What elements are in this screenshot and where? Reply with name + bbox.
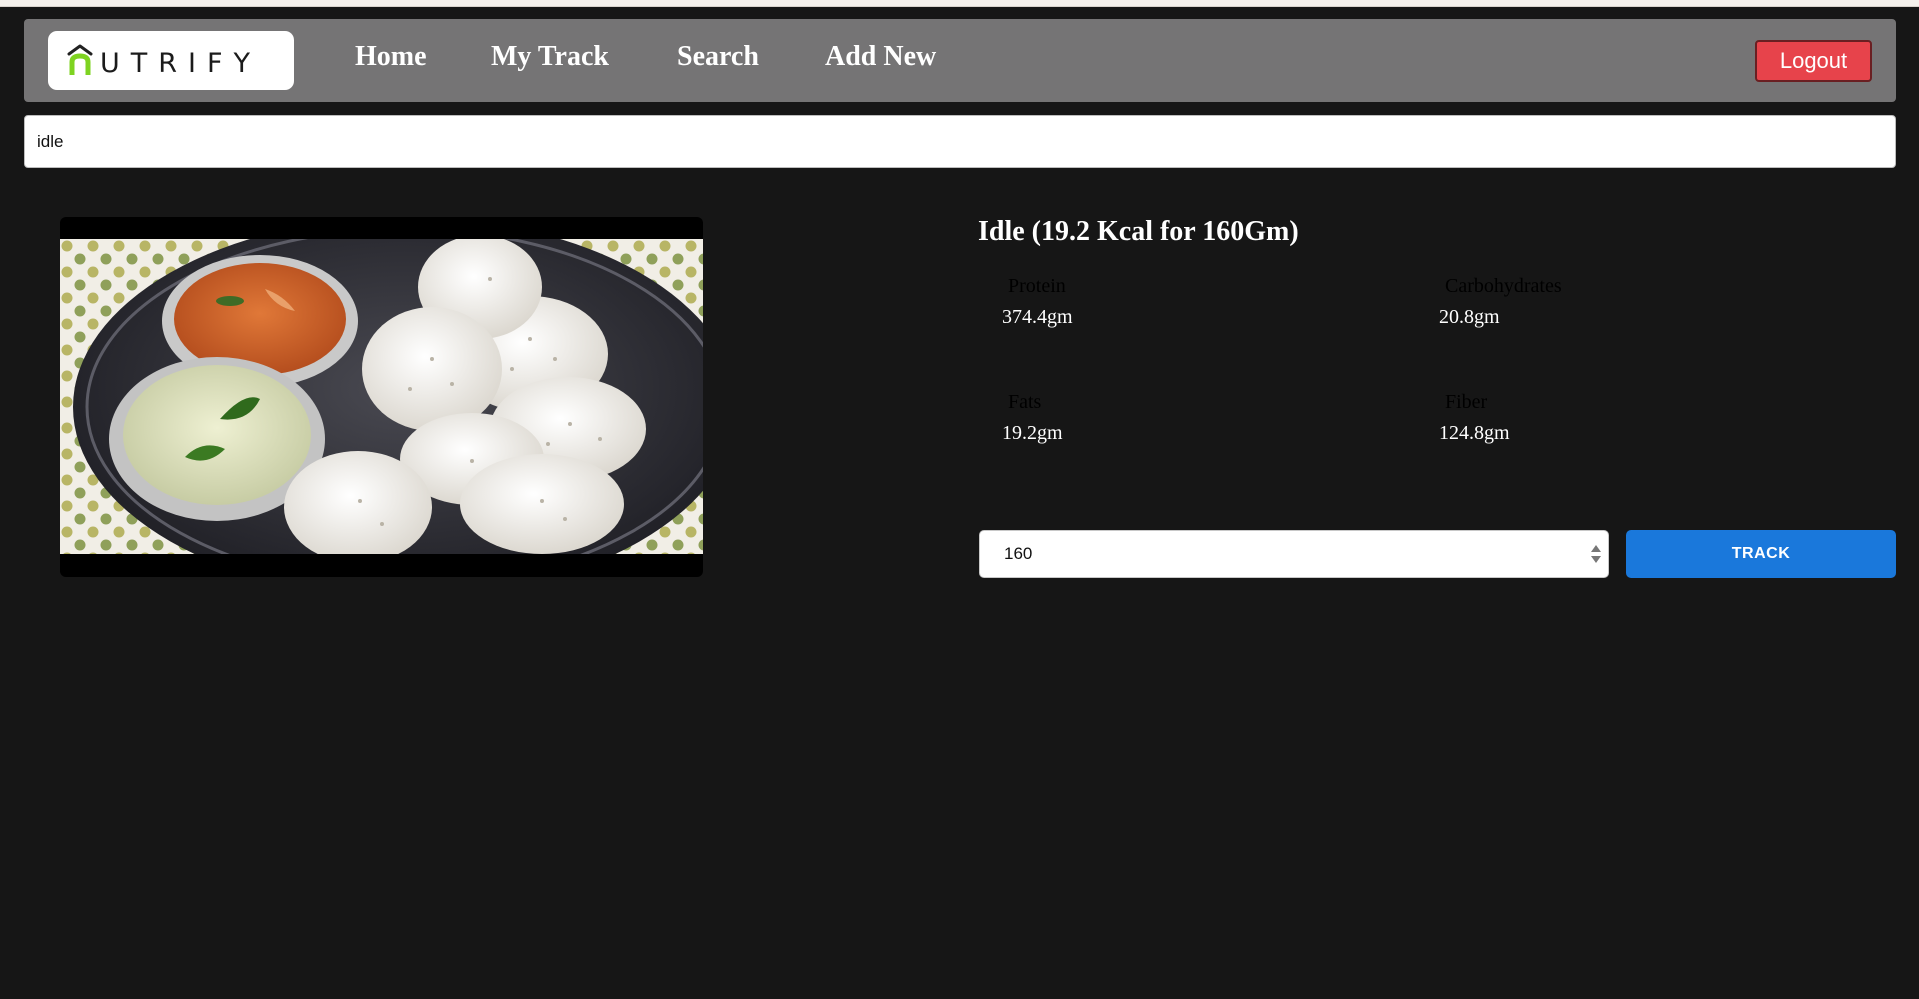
nutrient-label: Protein xyxy=(1008,275,1066,297)
food-photo-idli xyxy=(60,239,703,554)
food-title: Idle (19.2 Kcal for 160Gm) xyxy=(978,216,1299,247)
brand-name: UTRIFY xyxy=(100,48,262,79)
track-button[interactable]: TRACK xyxy=(1626,530,1896,578)
food-image-frame xyxy=(60,217,703,577)
quantity-stepper[interactable] xyxy=(979,530,1609,578)
brand-logo[interactable]: UTRIFY xyxy=(48,31,294,90)
nutrient-value: 19.2gm xyxy=(1002,422,1063,444)
quantity-input[interactable] xyxy=(980,531,1580,577)
nutrient-label: Carbohydrates xyxy=(1445,275,1562,297)
nav-add-new[interactable]: Add New xyxy=(825,41,936,73)
nav-my-track[interactable]: My Track xyxy=(491,41,609,73)
nutrient-value: 374.4gm xyxy=(1002,306,1073,328)
nutrient-label: Fiber xyxy=(1445,391,1488,413)
browser-top-strip xyxy=(0,0,1919,7)
nutrient-value: 20.8gm xyxy=(1439,306,1500,328)
navbar: UTRIFY Home My Track Search Add New Logo… xyxy=(24,19,1896,102)
spinner-arrows-icon[interactable] xyxy=(1590,543,1602,565)
nutrient-value: 124.8gm xyxy=(1439,422,1510,444)
logo-n-icon xyxy=(67,44,93,75)
search-input[interactable] xyxy=(24,115,1896,168)
logout-button[interactable]: Logout xyxy=(1755,40,1872,82)
nav-home[interactable]: Home xyxy=(355,41,427,73)
nutrient-label: Fats xyxy=(1008,391,1042,413)
nav-search[interactable]: Search xyxy=(677,41,759,73)
